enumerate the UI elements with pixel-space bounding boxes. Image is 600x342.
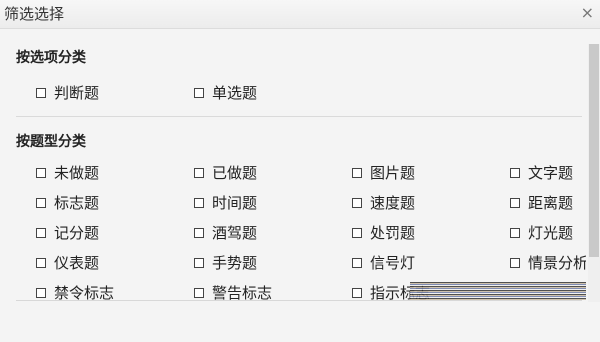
option-dashboard[interactable]: 仪表题	[36, 252, 99, 273]
checkbox-icon[interactable]	[352, 167, 362, 178]
filter-content: 按选项分类 判断题 单选题 按题型分类 未做题 已做题 图片题 文字题 标志题 …	[0, 29, 586, 301]
option-undone[interactable]: 未做题	[36, 162, 99, 183]
checkbox-icon[interactable]	[510, 167, 520, 178]
option-points[interactable]: 记分题	[36, 222, 99, 243]
option-label: 时间题	[212, 194, 258, 212]
checkbox-icon[interactable]	[194, 287, 204, 298]
option-label: 未做题	[54, 164, 100, 182]
checkbox-icon[interactable]	[36, 167, 46, 178]
checkbox-icon[interactable]	[36, 197, 46, 208]
option-prohibition-sign[interactable]: 禁令标志	[36, 282, 114, 301]
checkbox-icon[interactable]	[510, 227, 520, 238]
option-warning-sign[interactable]: 警告标志	[194, 282, 272, 301]
option-label: 处罚题	[370, 224, 416, 242]
option-label: 标志题	[54, 194, 100, 212]
option-speed[interactable]: 速度题	[352, 192, 415, 213]
option-label: 判断题	[54, 84, 100, 102]
scrollbar-thumb[interactable]	[589, 44, 599, 257]
bottom-divider	[16, 300, 582, 301]
option-picture[interactable]: 图片题	[352, 162, 415, 183]
option-scenario[interactable]: 情景分析	[510, 252, 586, 273]
checkbox-icon[interactable]	[352, 287, 362, 298]
option-text[interactable]: 文字题	[510, 162, 573, 183]
option-sign[interactable]: 标志题	[36, 192, 99, 213]
checkbox-icon[interactable]	[352, 197, 362, 208]
checkbox-icon[interactable]	[194, 257, 204, 268]
option-penalty[interactable]: 处罚题	[352, 222, 415, 243]
option-drunk-driving[interactable]: 酒驾题	[194, 222, 257, 243]
option-label: 单选题	[212, 84, 258, 102]
option-distance[interactable]: 距离题	[510, 192, 573, 213]
option-label: 记分题	[54, 224, 100, 242]
option-label: 信号灯	[370, 254, 416, 272]
option-label: 距离题	[528, 194, 574, 212]
option-time[interactable]: 时间题	[194, 192, 257, 213]
title-bar: 筛选选择 ×	[0, 0, 600, 29]
option-label: 手势题	[212, 254, 258, 272]
option-single-choice[interactable]: 单选题	[194, 82, 257, 103]
vertical-scrollbar[interactable]	[588, 44, 600, 302]
option-label: 已做题	[212, 164, 258, 182]
checkbox-icon[interactable]	[510, 257, 520, 268]
checkbox-icon[interactable]	[194, 167, 204, 178]
checkbox-icon[interactable]	[36, 87, 46, 98]
option-label: 灯光题	[528, 224, 574, 242]
section-divider	[16, 116, 582, 117]
option-signal-light[interactable]: 信号灯	[352, 252, 415, 273]
option-gesture[interactable]: 手势题	[194, 252, 257, 273]
section-title-by-option: 按选项分类	[16, 50, 86, 66]
option-label: 酒驾题	[212, 224, 258, 242]
checkbox-icon[interactable]	[194, 197, 204, 208]
option-label: 图片题	[370, 164, 416, 182]
checkbox-icon[interactable]	[194, 87, 204, 98]
close-icon[interactable]: ×	[581, 3, 594, 22]
checkbox-icon[interactable]	[352, 227, 362, 238]
option-label: 仪表题	[54, 254, 100, 272]
render-artifact	[410, 282, 586, 300]
checkbox-icon[interactable]	[194, 227, 204, 238]
checkbox-icon[interactable]	[36, 287, 46, 298]
option-label: 情景分析	[528, 254, 586, 272]
option-lights[interactable]: 灯光题	[510, 222, 573, 243]
option-label: 速度题	[370, 194, 416, 212]
filter-dialog: 筛选选择 × 按选项分类 判断题 单选题 按题型分类 未做题 已做题 图片题 文…	[0, 0, 600, 342]
option-judgement[interactable]: 判断题	[36, 82, 99, 103]
checkbox-icon[interactable]	[36, 257, 46, 268]
option-label: 文字题	[528, 164, 574, 182]
option-done[interactable]: 已做题	[194, 162, 257, 183]
checkbox-icon[interactable]	[352, 257, 362, 268]
section-title-by-type: 按题型分类	[16, 134, 86, 150]
checkbox-icon[interactable]	[510, 197, 520, 208]
option-label: 警告标志	[212, 284, 273, 301]
option-label: 禁令标志	[54, 284, 115, 301]
dialog-title: 筛选选择	[4, 5, 65, 23]
checkbox-icon[interactable]	[36, 227, 46, 238]
